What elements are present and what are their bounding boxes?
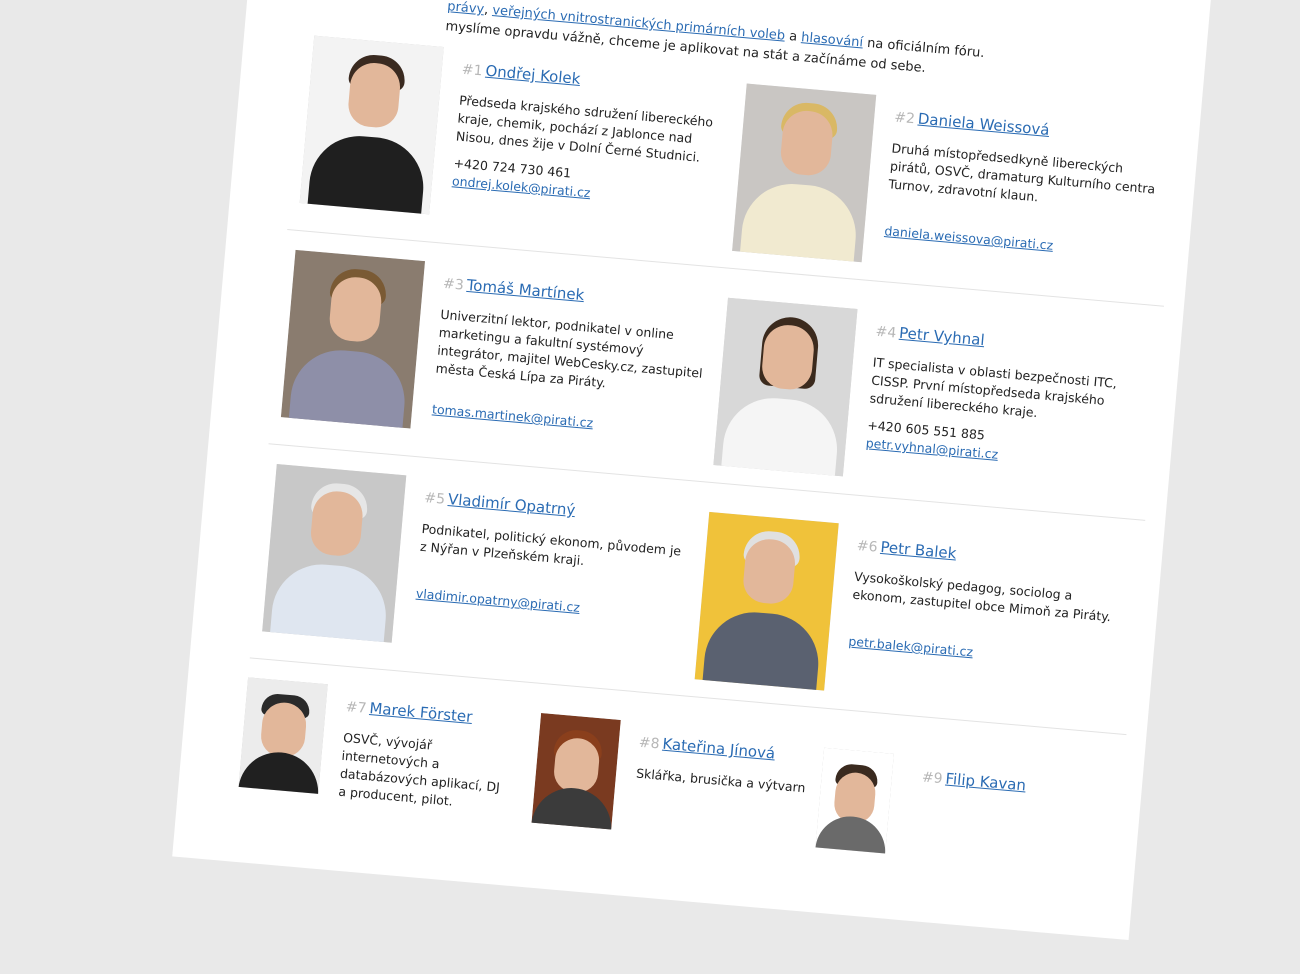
candidate-description: OSVČ, vývojář internetových a databázový… bbox=[337, 729, 501, 809]
candidate-name-link[interactable]: Ondřej Kolek bbox=[485, 62, 581, 88]
candidate-name-link[interactable]: Filip Kavan bbox=[945, 770, 1027, 795]
candidate-description: Vysokoškolský pedagog, sociolog a ekonom… bbox=[851, 568, 1112, 625]
candidate-page: právy, veřejných vnitrostranických primá… bbox=[172, 0, 1212, 941]
candidate-card-4: #4 Petr Vyhnal IT specialista v oblasti b… bbox=[711, 297, 1146, 524]
candidate-card-6: #6 Petr Balek Vysokoškolský pedagog, soci… bbox=[693, 511, 1128, 738]
candidate-email-link[interactable]: tomas.martinek@pirati.cz bbox=[432, 401, 594, 430]
candidate-photo-8 bbox=[531, 712, 621, 830]
candidate-name-link[interactable]: Petr Vyhnal bbox=[898, 324, 985, 349]
candidate-name-link[interactable]: Kateřina Jínová bbox=[662, 735, 776, 763]
candidate-photo-6 bbox=[694, 511, 839, 691]
candidate-rank: #1 bbox=[461, 61, 484, 80]
candidate-rank: #2 bbox=[893, 109, 916, 128]
candidate-rank: #3 bbox=[442, 275, 465, 294]
candidate-rank: #6 bbox=[856, 537, 879, 556]
candidate-description: Sklářka, brusička a výtvarn bbox=[635, 765, 807, 796]
candidate-email-link[interactable]: daniela.weissova@pirati.cz bbox=[884, 223, 1054, 253]
candidate-email-link[interactable]: vladimir.opatrny@pirati.cz bbox=[415, 586, 580, 615]
candidate-card-2: #2 Daniela Weissová Druhá místopředsedkyn… bbox=[730, 83, 1165, 310]
candidate-description: Podnikatel, politický ekonom, původem je… bbox=[419, 520, 682, 569]
candidate-photo-4 bbox=[713, 297, 858, 477]
intro-link-3[interactable]: hlasování bbox=[801, 30, 864, 50]
candidate-card-3: #3 Tomáš Martínek Univerzitní lektor, pod… bbox=[279, 249, 714, 476]
candidate-name-link[interactable]: Daniela Weissová bbox=[917, 110, 1050, 139]
candidate-description: Univerzitní lektor, podnikatel v online … bbox=[435, 306, 704, 391]
candidate-photo-1 bbox=[299, 35, 444, 215]
candidate-card-1: #1 Ondřej Kolek Předseda krajského sdruže… bbox=[298, 35, 733, 262]
candidate-rank: #4 bbox=[874, 323, 897, 342]
candidate-name-link[interactable]: Marek Förster bbox=[369, 699, 473, 726]
intro-link-1[interactable]: právy bbox=[447, 0, 485, 17]
candidate-rank: #5 bbox=[423, 490, 446, 508]
candidate-description: IT specialista v oblasti bezpečnosti ITC… bbox=[869, 354, 1118, 421]
candidate-photo-2 bbox=[732, 83, 877, 263]
candidate-card-5: #5 Vladimír Opatrný Podnikatel, politický… bbox=[260, 464, 695, 690]
candidate-photo-7 bbox=[238, 677, 328, 794]
candidate-photo-3 bbox=[280, 249, 426, 429]
candidate-photo-9 bbox=[815, 747, 894, 854]
candidate-description: Předseda krajského sdružení libereckého … bbox=[455, 92, 714, 165]
candidate-name-link[interactable]: Tomáš Martínek bbox=[466, 276, 585, 304]
candidate-email-link[interactable]: petr.balek@pirati.cz bbox=[848, 634, 974, 660]
candidate-rank: #9 bbox=[921, 769, 944, 788]
candidate-rank: #7 bbox=[345, 698, 368, 717]
candidate-photo-5 bbox=[262, 464, 407, 643]
candidate-name-link[interactable]: Petr Balek bbox=[880, 538, 957, 563]
candidate-description: Druhá místopředsedkyně libereckých pirát… bbox=[887, 140, 1156, 205]
candidate-card-9: #9 Filip Kavan bbox=[808, 747, 1243, 974]
candidate-name-link[interactable]: Vladimír Opatrný bbox=[447, 490, 576, 519]
